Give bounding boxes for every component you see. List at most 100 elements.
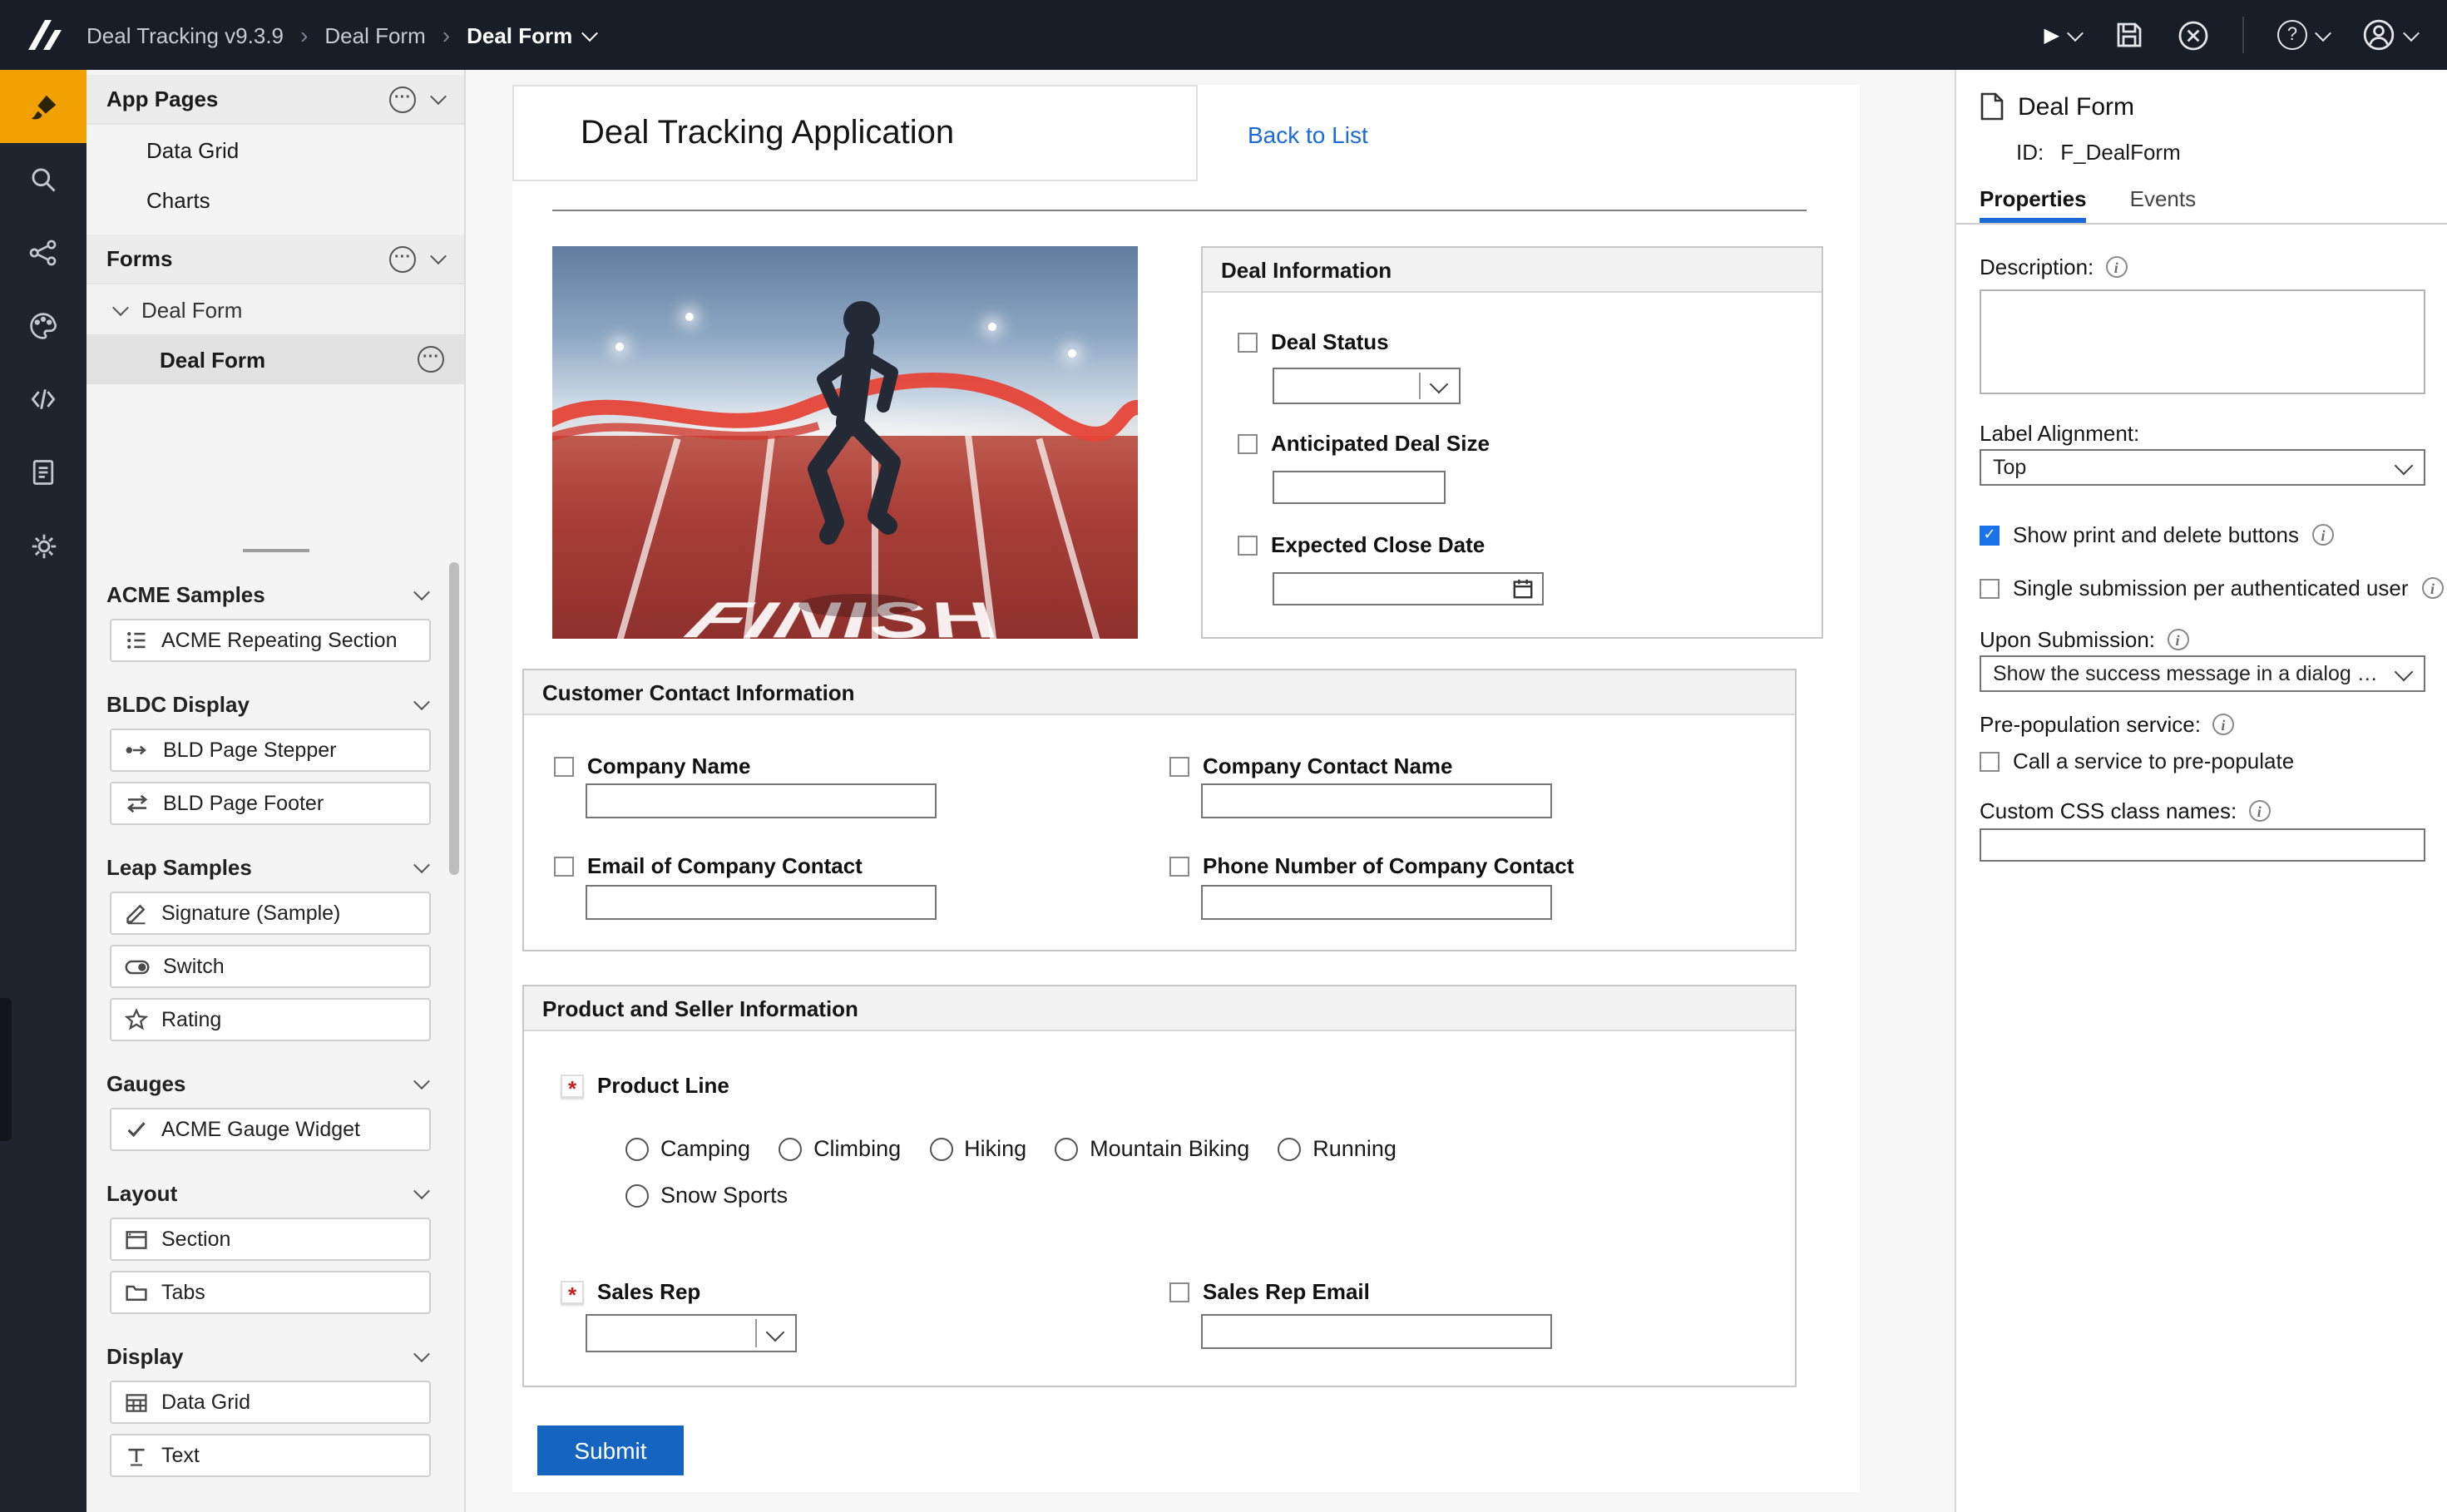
forms-header[interactable]: Forms [87, 235, 464, 284]
field-checkbox[interactable] [1238, 433, 1258, 453]
breadcrumb-current[interactable]: Deal Form [467, 22, 596, 47]
palette-item-data-grid[interactable]: Data Grid [110, 1381, 431, 1424]
more-options-icon[interactable] [418, 346, 444, 373]
code-tool-button[interactable] [0, 363, 87, 436]
radio-climbing[interactable]: Climbing [779, 1136, 901, 1161]
palette-item-tabs[interactable]: Tabs [110, 1271, 431, 1314]
info-icon[interactable] [2248, 800, 2270, 822]
chevron-down-icon[interactable] [430, 88, 447, 105]
horizontal-rule-widget[interactable] [552, 210, 1807, 211]
form-title-widget[interactable]: Deal Tracking Application [512, 85, 1198, 181]
company-contact-name-input[interactable] [1201, 783, 1552, 818]
palette-group-gauges[interactable]: Gauges [87, 1058, 464, 1108]
show-print-delete-checkbox[interactable]: ✓ [1980, 525, 2000, 545]
save-icon[interactable] [2114, 20, 2144, 50]
theme-tool-button[interactable] [0, 289, 87, 363]
more-options-icon[interactable] [389, 245, 416, 272]
tab-events[interactable]: Events [2130, 186, 2197, 223]
settings-tool-button[interactable] [0, 509, 87, 582]
section-customer-contact[interactable]: Customer Contact Information Company Nam… [522, 669, 1797, 951]
info-icon[interactable] [2105, 256, 2127, 278]
sidebar-scrollbar-thumb[interactable] [449, 562, 459, 875]
sidebar-item-charts-page[interactable]: Charts [87, 175, 464, 225]
close-icon[interactable] [2178, 19, 2209, 51]
submit-button[interactable]: Submit [537, 1426, 684, 1475]
phone-number-input[interactable] [1201, 885, 1552, 920]
field-checkbox[interactable] [1238, 332, 1258, 352]
company-name-input[interactable] [586, 783, 937, 818]
info-icon[interactable] [2212, 714, 2234, 735]
palette-item-section[interactable]: Section [110, 1218, 431, 1261]
palette-item-acme-gauge-widget[interactable]: ACME Gauge Widget [110, 1108, 431, 1151]
field-checkbox[interactable] [554, 756, 574, 776]
chevron-down-icon [413, 1072, 430, 1089]
palette-group-bldc-display[interactable]: BLDC Display [87, 679, 464, 729]
tabs-folder-icon [125, 1282, 148, 1302]
breadcrumb-app-title[interactable]: Deal Tracking v9.3.9 [87, 22, 284, 47]
section-header: Product and Seller Information [524, 986, 1795, 1031]
info-icon[interactable] [2422, 577, 2444, 599]
radio-hiking[interactable]: Hiking [929, 1136, 1026, 1161]
radio-camping[interactable]: Camping [625, 1136, 750, 1161]
label-alignment-select[interactable]: Top [1980, 449, 2425, 486]
breadcrumb-item[interactable]: Deal Form [324, 22, 425, 47]
info-icon[interactable] [2312, 524, 2334, 546]
form-pages-tool-button[interactable] [0, 436, 87, 509]
form-tree-parent[interactable]: Deal Form [87, 284, 464, 334]
upon-submission-select[interactable]: Show the success message in a dialog and… [1980, 655, 2425, 692]
custom-css-input[interactable] [1980, 828, 2425, 862]
field-checkbox[interactable] [1238, 535, 1258, 555]
more-options-icon[interactable] [389, 86, 416, 112]
call-service-checkbox[interactable] [1980, 751, 2000, 771]
app-logo-icon[interactable] [0, 15, 87, 55]
chevron-down-icon [413, 1182, 430, 1198]
sales-rep-select[interactable] [586, 1314, 797, 1352]
sales-rep-email-input[interactable] [1201, 1314, 1552, 1349]
design-tool-button[interactable] [0, 70, 87, 143]
palette-group-display[interactable]: Display [87, 1331, 464, 1381]
tab-properties[interactable]: Properties [1980, 186, 2087, 223]
radio-label: Snow Sports [660, 1183, 788, 1208]
search-tool-button[interactable] [0, 143, 87, 216]
account-button[interactable] [2362, 18, 2417, 52]
info-icon[interactable] [2167, 629, 2188, 650]
help-button[interactable]: ? [2277, 20, 2329, 50]
code-icon [28, 384, 58, 414]
sidebar-item-data-grid-page[interactable]: Data Grid [87, 125, 464, 175]
connections-tool-button[interactable] [0, 216, 87, 289]
email-of-company-contact-input[interactable] [586, 885, 937, 920]
palette-item-text[interactable]: Text [110, 1434, 431, 1477]
palette-group-leap-samples[interactable]: Leap Samples [87, 842, 464, 892]
radio-running[interactable]: Running [1278, 1136, 1397, 1161]
back-to-list-link[interactable]: Back to List [1248, 121, 1368, 148]
preview-button[interactable]: ▶ [2044, 23, 2081, 47]
palette-item-rating[interactable]: Rating [110, 998, 431, 1041]
palette-item-signature-sample[interactable]: Signature (Sample) [110, 892, 431, 935]
palette-item-bld-page-stepper[interactable]: BLD Page Stepper [110, 729, 431, 772]
deal-status-select[interactable] [1273, 368, 1461, 404]
radio-snow-sports[interactable]: Snow Sports [625, 1183, 788, 1208]
panel-resize-handle[interactable] [243, 549, 309, 552]
field-checkbox[interactable] [1169, 856, 1189, 876]
anticipated-deal-size-input[interactable] [1273, 471, 1446, 504]
palette-item-acme-repeating-section[interactable]: ACME Repeating Section [110, 619, 431, 662]
palette-item-switch[interactable]: Switch [110, 945, 431, 988]
palette-group-layout[interactable]: Layout [87, 1168, 464, 1218]
section-deal-information[interactable]: Deal Information Deal Status Anticipated… [1201, 246, 1823, 639]
chevron-down-icon[interactable] [430, 248, 447, 264]
palette-item-bld-page-footer[interactable]: BLD Page Footer [110, 782, 431, 825]
description-textarea[interactable] [1980, 289, 2425, 394]
field-checkbox[interactable] [554, 856, 574, 876]
form-tree-child-selected[interactable]: Deal Form [87, 334, 464, 384]
app-pages-header[interactable]: App Pages [87, 75, 464, 125]
finish-line-image-widget[interactable]: FINISH [552, 246, 1138, 639]
collapsed-panel-handle[interactable] [0, 998, 12, 1141]
radio-mountain-biking[interactable]: Mountain Biking [1055, 1136, 1249, 1161]
single-submission-checkbox[interactable] [1980, 578, 2000, 598]
field-checkbox[interactable] [1169, 1282, 1189, 1302]
section-product-seller[interactable]: Product and Seller Information Product L… [522, 985, 1797, 1387]
expected-close-date-input[interactable] [1273, 572, 1544, 605]
field-label: Expected Close Date [1271, 532, 1485, 557]
field-checkbox[interactable] [1169, 756, 1189, 776]
palette-group-acme-samples[interactable]: ACME Samples [87, 569, 464, 619]
